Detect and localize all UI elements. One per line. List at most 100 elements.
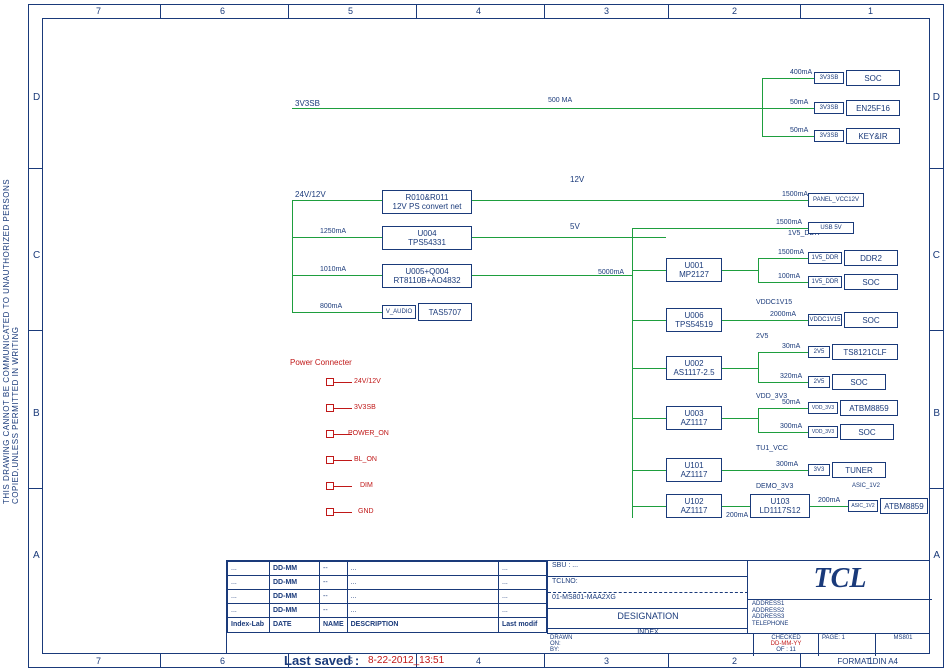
conn-poweron: POWER_ON	[348, 430, 389, 437]
brand-tcl: TCL	[748, 561, 932, 600]
tick	[288, 4, 289, 18]
wire	[758, 382, 808, 383]
rev-cell: ...	[347, 589, 498, 603]
grid-row-Dr: D	[933, 92, 940, 103]
rev-cell: ...	[228, 562, 270, 576]
rev-cell: DD-MM	[270, 603, 320, 617]
rev-cell: ...	[499, 562, 547, 576]
blk-bot: MP2127	[679, 270, 709, 279]
wire	[762, 78, 814, 79]
lbl: 50mA	[790, 99, 808, 106]
rev-cell: ...	[228, 603, 270, 617]
wire	[722, 418, 758, 419]
wire	[810, 506, 848, 507]
tick	[930, 330, 944, 331]
tick	[160, 654, 161, 668]
blk-soc: SOC	[844, 312, 898, 328]
blk-top: U001	[684, 261, 703, 270]
grid-col-5: 5	[348, 6, 353, 16]
wire	[722, 470, 808, 471]
grid-col-4: 4	[476, 6, 481, 16]
rev-cell: ...	[347, 562, 498, 576]
tick	[28, 168, 42, 169]
lbl-500ma: 500 MA	[548, 97, 572, 104]
tick	[28, 488, 42, 489]
wire	[758, 282, 808, 283]
tag: 1V5_DDR	[808, 276, 842, 288]
rev-cell: DD-MM	[270, 575, 320, 589]
conn-dim: DIM	[360, 482, 373, 489]
lbl: 50mA	[782, 399, 800, 406]
tick	[800, 654, 801, 668]
tick	[544, 654, 545, 668]
grid-col-3: 3	[604, 6, 609, 16]
tick	[668, 654, 669, 668]
wire	[472, 200, 808, 201]
blk-u002: U002 AS1117-2.5	[666, 356, 722, 380]
conn-gnd: GND	[358, 508, 374, 515]
conn-pad	[326, 508, 334, 516]
last-saved-ts: 8-22-2012_13:51	[368, 655, 444, 666]
addr: ADDRESS1	[752, 601, 928, 608]
wire	[758, 408, 808, 409]
sheetcode: MS801	[876, 634, 930, 656]
blk-top: R010&R011	[406, 193, 449, 202]
blk-bot: AZ1117	[681, 506, 708, 515]
lbl: 200mA	[726, 512, 748, 519]
wire	[334, 408, 352, 409]
tclno: TCLNO:	[548, 577, 748, 593]
rev-cell: ...	[499, 575, 547, 589]
blk-soc: SOC	[846, 70, 900, 86]
addr: TELEPHONE	[752, 621, 928, 628]
wire	[762, 136, 814, 137]
wire	[632, 228, 633, 518]
wire	[292, 200, 382, 201]
lbl: 100mA	[778, 273, 800, 280]
wire	[758, 258, 759, 282]
wire	[758, 432, 808, 433]
rev-cell: ...	[347, 603, 498, 617]
rev-cell: --	[320, 603, 348, 617]
blk-u101: U101 AZ1117	[666, 458, 722, 482]
blk-panelvcc12v: PANEL_VCC12V	[808, 193, 864, 207]
wire	[632, 418, 666, 419]
wire	[762, 78, 763, 136]
blk-bot: 12V PS convert net	[393, 202, 462, 211]
grid-col-b2: 2	[732, 656, 737, 666]
blk-top: U003	[684, 409, 703, 418]
grid-row-Ar: A	[933, 550, 940, 561]
blk-soc: SOC	[844, 274, 898, 290]
frame-inner	[42, 18, 930, 654]
wire	[292, 237, 382, 238]
rev-cell: ...	[228, 589, 270, 603]
addr: ADDRESS3	[752, 614, 928, 621]
rev-cell: ...	[228, 575, 270, 589]
rail-3v3sb: 3V3SB	[295, 99, 320, 108]
blk-top: U002	[684, 359, 703, 368]
sbu: SBU : ...	[548, 561, 748, 577]
blk-u005: U005+Q004 RT8110B+AO4832	[382, 264, 472, 288]
lbl: 1010mA	[320, 266, 346, 273]
tick	[930, 488, 944, 489]
rail-5v: 5V	[570, 222, 580, 231]
blk-top: U005+Q004	[405, 267, 448, 276]
rev-hdr: Last modif	[499, 617, 547, 632]
power-connecter-title: Power Connecter	[290, 358, 352, 367]
tag: VDDC1V15	[808, 314, 842, 326]
partno: 01-MS801-MAA2XG	[548, 593, 748, 609]
blk-bot: AS1117-2.5	[673, 368, 714, 377]
blk-top: U006	[684, 311, 703, 320]
rev-cell: ...	[499, 603, 547, 617]
tag: 1V5_DDR	[808, 252, 842, 264]
grid-row-C: C	[33, 250, 40, 261]
lbl: 1250mA	[320, 228, 346, 235]
tag-vaudio: V_AUDIO	[382, 305, 416, 319]
blk-bot: RT8110B+AO4832	[393, 276, 460, 285]
wire	[632, 368, 666, 369]
grid-col-b6: 6	[220, 656, 225, 666]
wire	[632, 228, 808, 229]
rail-demo3v3: DEMO_3V3	[756, 483, 793, 490]
grid-col-6: 6	[220, 6, 225, 16]
rail-24v12v: 24V/12V	[295, 190, 326, 199]
wire	[758, 352, 808, 353]
